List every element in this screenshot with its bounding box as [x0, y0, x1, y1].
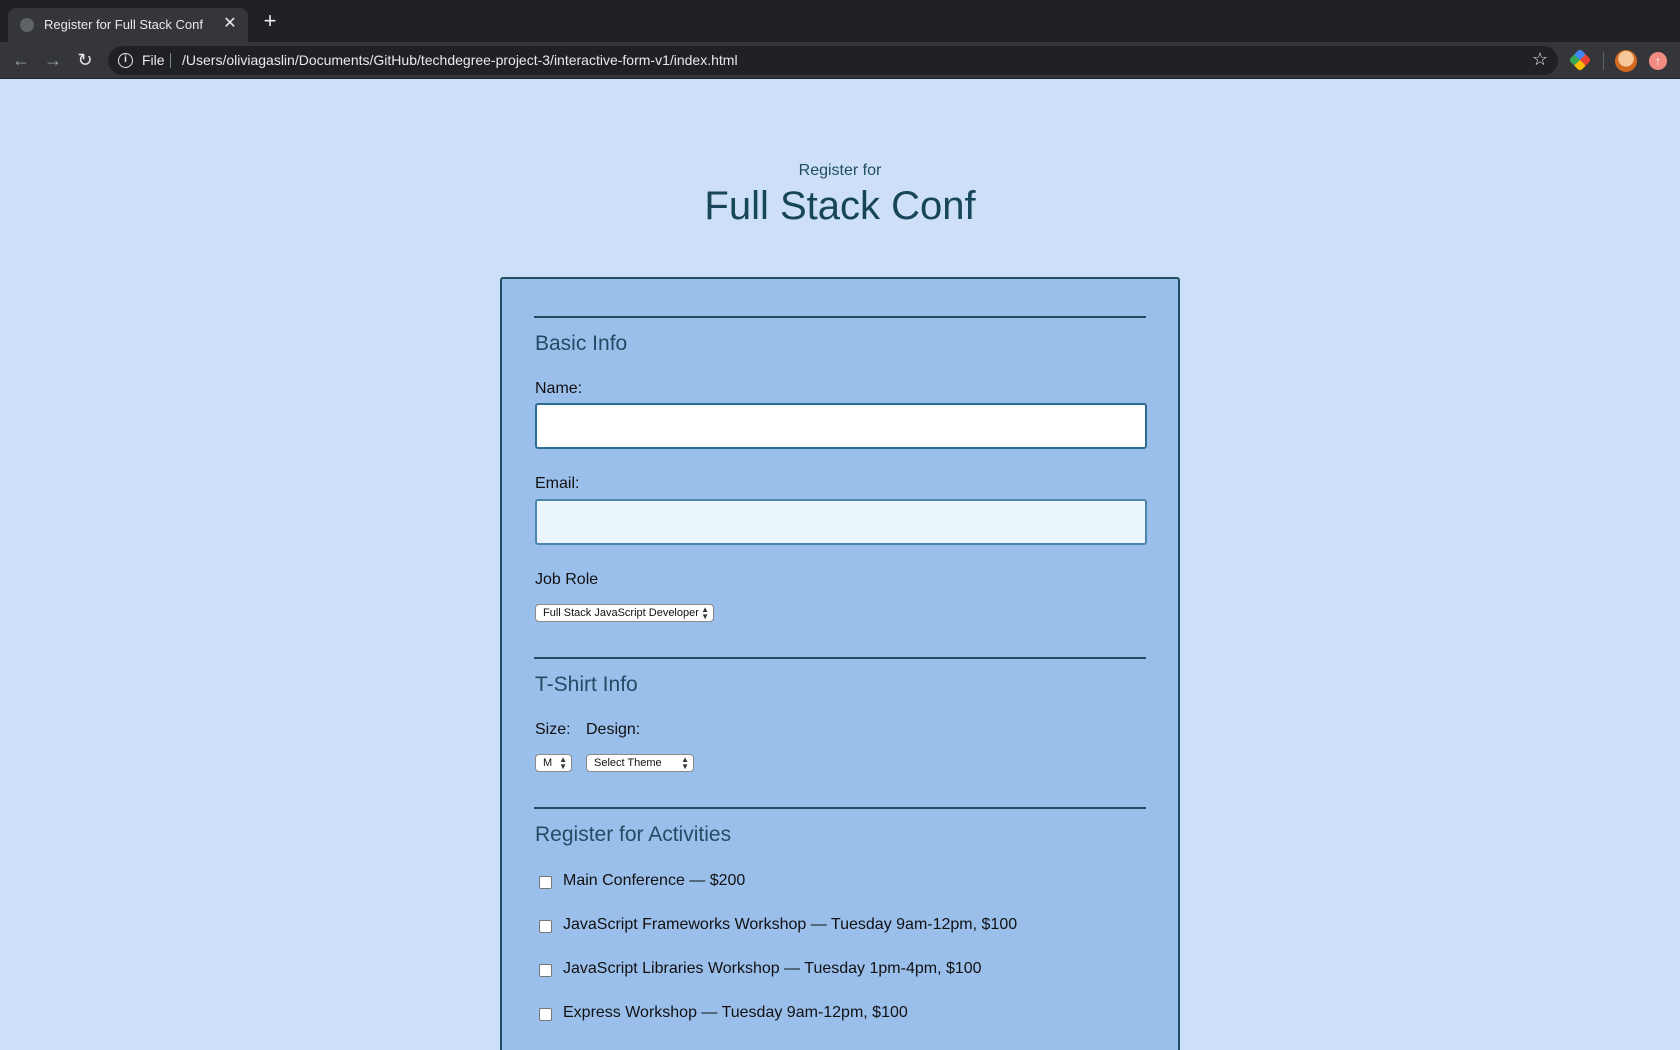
- tab-title: Register for Full Stack Conf: [44, 17, 203, 32]
- close-tab-icon[interactable]: ✕: [220, 14, 240, 34]
- size-select[interactable]: M ▲ ▼: [535, 754, 572, 772]
- activities-legend: Register for Activities: [535, 823, 732, 846]
- toolbar-divider: [1603, 52, 1604, 70]
- update-icon[interactable]: ↑: [1649, 52, 1667, 70]
- page-content: Register for Full Stack Conf Basic Info …: [0, 80, 1680, 1050]
- fieldset-border: [534, 657, 1146, 659]
- name-label: Name:: [535, 380, 583, 397]
- browser-tab-strip: Register for Full Stack Conf ✕ +: [0, 0, 1680, 42]
- back-arrow-icon[interactable]: ←: [9, 48, 33, 72]
- page-title: Full Stack Conf: [704, 184, 976, 228]
- activity-label[interactable]: JavaScript Libraries Workshop — Tuesday …: [563, 960, 982, 978]
- activity-checkbox[interactable]: [539, 1008, 552, 1021]
- globe-icon: [20, 18, 34, 32]
- star-icon[interactable]: ☆: [1532, 49, 1548, 70]
- activity-checkbox[interactable]: [539, 876, 552, 889]
- reload-icon[interactable]: ↻: [73, 48, 97, 72]
- activity-label[interactable]: Main Conference — $200: [563, 872, 745, 890]
- browser-toolbar: ← → ↻ i File /Users/oliviagaslin/Documen…: [0, 42, 1680, 79]
- design-label: Design:: [586, 721, 641, 738]
- job-role-label: Job Role: [535, 571, 599, 588]
- address-bar[interactable]: i File /Users/oliviagaslin/Documents/Git…: [108, 46, 1558, 75]
- extension-icon[interactable]: [1568, 48, 1592, 72]
- email-input[interactable]: [535, 499, 1147, 545]
- select-arrows-icon: ▲ ▼: [559, 755, 567, 771]
- profile-avatar[interactable]: [1615, 50, 1637, 72]
- job-role-select[interactable]: Full Stack JavaScript Developer ▲ ▼: [535, 604, 714, 622]
- url-text[interactable]: /Users/oliviagaslin/Documents/GitHub/tec…: [182, 52, 738, 68]
- activity-label[interactable]: Express Workshop — Tuesday 9am-12pm, $10…: [563, 1004, 908, 1022]
- activity-checkbox[interactable]: [539, 920, 552, 933]
- omnibox-divider: [170, 53, 171, 68]
- select-arrows-icon: ▲ ▼: [681, 755, 689, 771]
- fieldset-border: [534, 807, 1146, 809]
- select-arrows-icon: ▲ ▼: [701, 605, 709, 621]
- email-label: Email:: [535, 475, 580, 492]
- tshirt-info-legend: T-Shirt Info: [535, 673, 638, 696]
- scheme-label: File: [142, 52, 165, 68]
- registration-form: Basic Info Name: Email: Job Role Full St…: [500, 277, 1180, 1050]
- activity-checkbox[interactable]: [539, 964, 552, 977]
- page-subtitle: Register for: [798, 162, 882, 179]
- basic-info-legend: Basic Info: [535, 332, 628, 355]
- fieldset-border: [534, 316, 1146, 318]
- design-select[interactable]: Select Theme ▲ ▼: [586, 754, 694, 772]
- job-role-selected: Full Stack JavaScript Developer: [543, 607, 699, 619]
- browser-tab[interactable]: Register for Full Stack Conf ✕: [8, 8, 248, 42]
- forward-arrow-icon[interactable]: →: [41, 48, 65, 72]
- name-input[interactable]: [535, 403, 1147, 449]
- info-icon[interactable]: i: [118, 53, 133, 68]
- new-tab-button[interactable]: +: [258, 10, 282, 34]
- activity-label[interactable]: JavaScript Frameworks Workshop — Tuesday…: [563, 916, 1017, 934]
- size-selected: M: [543, 757, 553, 769]
- size-label: Size:: [535, 721, 571, 738]
- design-selected: Select Theme: [594, 757, 662, 769]
